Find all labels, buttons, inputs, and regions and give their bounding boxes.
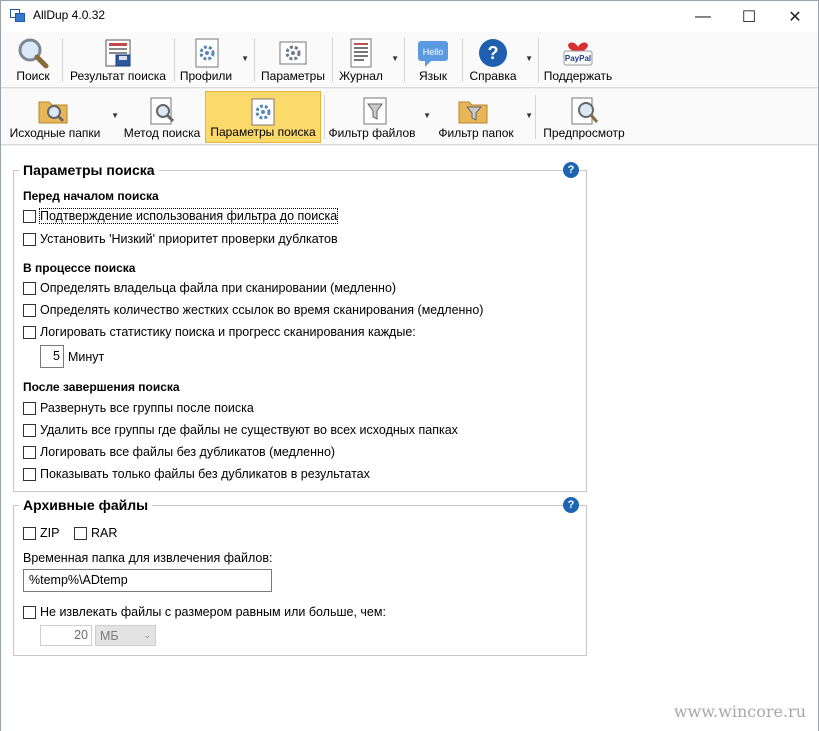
file-filter-dropdown-arrow[interactable]: ▼	[423, 111, 431, 120]
zip-option[interactable]: ZIP	[23, 526, 59, 540]
rar-option[interactable]: RAR	[74, 526, 117, 540]
app-icon	[10, 9, 26, 23]
remove-groups-checkbox[interactable]	[23, 423, 36, 437]
low-priority-checkbox[interactable]	[23, 232, 36, 246]
skip-large-option[interactable]: Не извлекать файлы с размером равным или…	[23, 605, 386, 619]
before-search-header: Перед началом поиска	[23, 189, 159, 203]
max-size-input[interactable]: 20	[40, 625, 92, 646]
settings-button[interactable]: Параметры	[257, 34, 329, 86]
profiles-gear-icon	[195, 38, 219, 68]
watermark: www.wincore.ru	[673, 702, 806, 721]
confirm-filter-checkbox[interactable]	[23, 209, 36, 223]
skip-large-checkbox[interactable]	[23, 605, 36, 619]
folder-search-icon	[38, 101, 68, 124]
title-bar: AllDup 4.0.32 — ☐ ✕	[1, 1, 818, 32]
search-params-help-icon[interactable]: ?	[563, 162, 579, 178]
low-priority-option[interactable]: Установить 'Низкий' приоритет проверки д…	[23, 232, 338, 246]
temp-folder-label: Временная папка для извлечения файлов:	[23, 551, 273, 565]
maximize-button[interactable]: ☐	[726, 1, 772, 32]
during-search-header: В процессе поиска	[23, 261, 136, 275]
help-button[interactable]: ? Справка ▼	[465, 34, 535, 86]
profiles-dropdown-arrow[interactable]: ▼	[241, 54, 249, 63]
archive-title: Архивные файлы	[19, 497, 153, 513]
log-stats-checkbox[interactable]	[23, 325, 36, 339]
show-unique-only-option[interactable]: Показывать только файлы без дубликатов в…	[23, 467, 370, 481]
file-owner-checkbox[interactable]	[23, 281, 36, 295]
help-dropdown-arrow[interactable]: ▼	[525, 54, 533, 63]
temp-folder-input[interactable]: %temp%\ADtemp	[23, 569, 272, 592]
log-unique-files-option[interactable]: Логировать все файлы без дубликатов (мед…	[23, 445, 335, 459]
log-button[interactable]: Журнал ▼	[335, 34, 401, 86]
log-dropdown-arrow[interactable]: ▼	[391, 54, 399, 63]
search-method-button[interactable]: Метод поиска	[119, 91, 205, 143]
log-document-icon	[350, 38, 372, 68]
archive-help-icon[interactable]: ?	[563, 497, 579, 513]
log-stats-option[interactable]: Логировать статистику поиска и прогресс …	[23, 325, 416, 339]
remove-groups-option[interactable]: Удалить все группы где файлы не существу…	[23, 423, 458, 437]
expand-groups-option[interactable]: Развернуть все группы после поиска	[23, 401, 254, 415]
close-button[interactable]: ✕	[772, 1, 818, 32]
minimize-button[interactable]: —	[680, 1, 726, 32]
search-results-button[interactable]: Результат поиска	[65, 34, 171, 86]
source-folders-button[interactable]: Исходные папки ▼	[5, 91, 119, 143]
window-title: AllDup 4.0.32	[33, 8, 106, 22]
after-search-header: После завершения поиска	[23, 380, 180, 394]
donate-button[interactable]: PayPal Поддержать	[541, 34, 615, 86]
folder-filter-button[interactable]: Фильтр папок ▼	[433, 91, 533, 143]
help-icon: ?	[479, 39, 507, 67]
file-filter-icon	[363, 97, 387, 125]
source-folders-dropdown-arrow[interactable]: ▼	[111, 111, 119, 120]
show-unique-only-checkbox[interactable]	[23, 467, 36, 481]
folder-filter-dropdown-arrow[interactable]: ▼	[525, 111, 533, 120]
zip-checkbox[interactable]	[23, 526, 36, 540]
app-window: AllDup 4.0.32 — ☐ ✕ Поиск Результат поис…	[0, 0, 819, 731]
chevron-down-icon: ⌄	[143, 630, 151, 640]
expand-groups-checkbox[interactable]	[23, 401, 36, 415]
hard-links-option[interactable]: Определять количество жестких ссылок во …	[23, 303, 483, 317]
svg-text:PayPal: PayPal	[565, 54, 591, 63]
search-toolbar: Исходные папки ▼ Метод поиска Параметры …	[1, 89, 818, 145]
document-search-icon	[150, 97, 175, 125]
settings-document-icon	[251, 98, 275, 126]
log-interval-unit: Минут	[68, 350, 105, 364]
file-filter-button[interactable]: Фильтр файлов ▼	[327, 91, 431, 143]
hello-bubble-icon: Hello	[418, 41, 448, 67]
preview-icon	[571, 97, 599, 125]
profiles-button[interactable]: Профили ▼	[177, 34, 251, 86]
settings-gear-icon	[279, 41, 307, 65]
svg-text:?: ?	[488, 43, 499, 63]
search-params-title: Параметры поиска	[19, 162, 159, 178]
search-params-button[interactable]: Параметры поиска	[205, 91, 321, 143]
language-button[interactable]: Hello Язык	[407, 34, 459, 86]
size-unit-select[interactable]: МБ ⌄	[95, 625, 156, 646]
rar-checkbox[interactable]	[74, 526, 87, 540]
hard-links-checkbox[interactable]	[23, 303, 36, 317]
preview-button[interactable]: Предпросмотр	[538, 91, 630, 143]
file-owner-option[interactable]: Определять владельца файла при сканирова…	[23, 281, 396, 295]
svg-text:Hello: Hello	[423, 47, 444, 57]
log-unique-files-checkbox[interactable]	[23, 445, 36, 459]
search-button[interactable]: Поиск	[9, 34, 57, 86]
folder-filter-icon	[458, 101, 488, 124]
log-interval-input[interactable]: 5	[40, 345, 64, 368]
content-area: Параметры поиска ? Перед началом поиска …	[1, 146, 818, 731]
results-save-icon	[105, 39, 131, 67]
magnifier-icon	[18, 38, 49, 69]
confirm-filter-option[interactable]: Подтверждение использования фильтра до п…	[23, 208, 339, 224]
paypal-heart-icon: PayPal	[563, 42, 593, 66]
main-toolbar: Поиск Результат поиска Профили ▼ Парамет…	[1, 32, 818, 88]
